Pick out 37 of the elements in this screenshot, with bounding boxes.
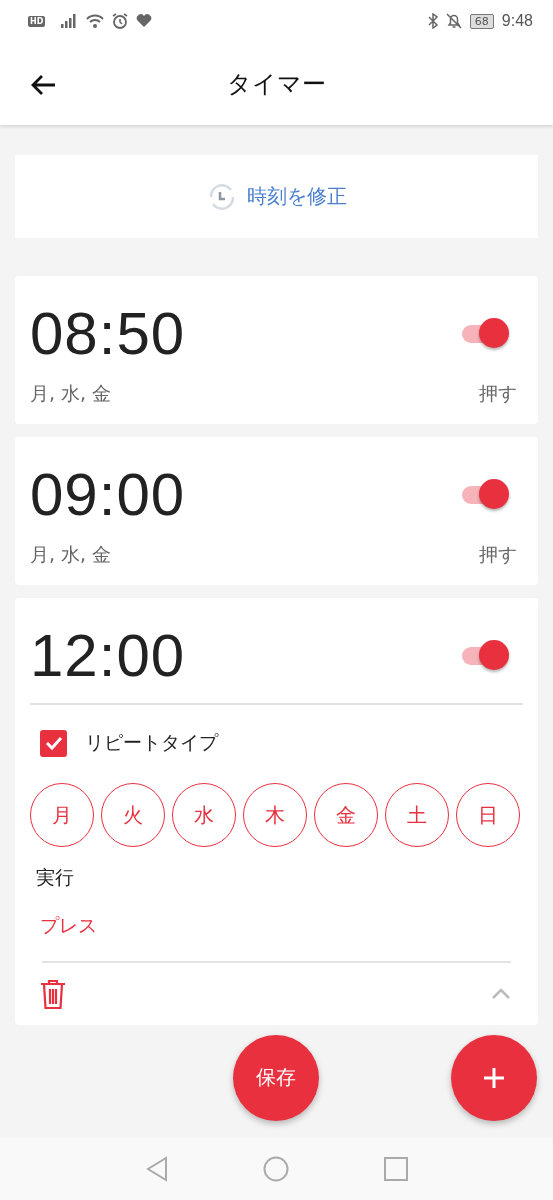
battery-icon: 68 (469, 13, 494, 29)
heart-icon (136, 14, 153, 28)
weekday-toggle[interactable]: 水 (172, 783, 236, 847)
bluetooth-icon (427, 13, 438, 29)
checkbox-label: リピートタイプ (85, 730, 218, 755)
action-value: 押す (479, 381, 517, 406)
weekday-toggle[interactable]: 金 (314, 783, 378, 847)
fix-time-button[interactable]: 時刻を修正 (15, 155, 538, 238)
home-nav-button[interactable] (262, 1156, 289, 1182)
weekday-toggle[interactable]: 土 (385, 783, 449, 847)
action-label: 実行 (35, 865, 75, 890)
signal-icon (61, 14, 79, 28)
weekday-toggle[interactable]: 日 (456, 783, 520, 847)
plus-icon (482, 1065, 506, 1090)
save-button[interactable]: 保存 (233, 1034, 319, 1121)
alarm-time[interactable]: 08:50 (30, 299, 186, 368)
muted-bell-icon (445, 13, 462, 29)
back-nav-button[interactable] (145, 1156, 168, 1182)
repeat-days: 月, 水, 金 (30, 542, 112, 568)
action-value: 押す (479, 542, 517, 567)
alarm-time[interactable]: 09:00 (30, 460, 186, 529)
alarm-clock-icon (112, 13, 129, 29)
alarm-time[interactable]: 12:00 (30, 621, 186, 690)
weekday-toggle[interactable]: 火 (101, 783, 165, 847)
weekday-toggle[interactable]: 月 (30, 783, 94, 847)
action-value[interactable]: プレス (30, 891, 523, 939)
back-arrow-icon (30, 74, 56, 96)
hd-icon: HD (28, 15, 46, 27)
trash-icon[interactable] (40, 979, 66, 1009)
repeat-days: 月, 水, 金 (30, 381, 112, 407)
checkbox[interactable] (40, 729, 67, 757)
add-button[interactable] (451, 1034, 537, 1121)
screen-title: タイマー (227, 68, 326, 100)
status-time: 9:48 (501, 12, 533, 30)
recents-nav-button[interactable] (383, 1157, 408, 1181)
wifi-icon (86, 14, 105, 28)
weekday-toggle[interactable]: 木 (243, 783, 307, 847)
